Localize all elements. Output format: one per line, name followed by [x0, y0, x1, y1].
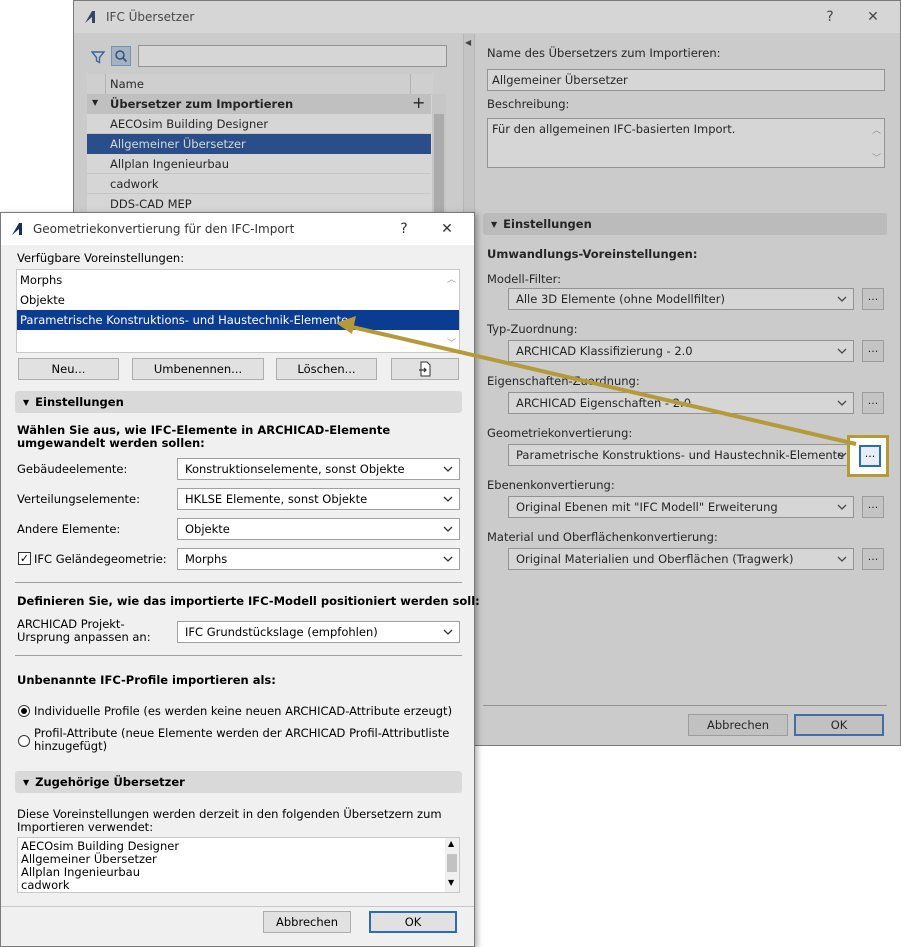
callout-arrow-head	[336, 316, 356, 334]
callout-arrow-line	[351, 325, 857, 446]
callout-arrow	[336, 316, 857, 446]
